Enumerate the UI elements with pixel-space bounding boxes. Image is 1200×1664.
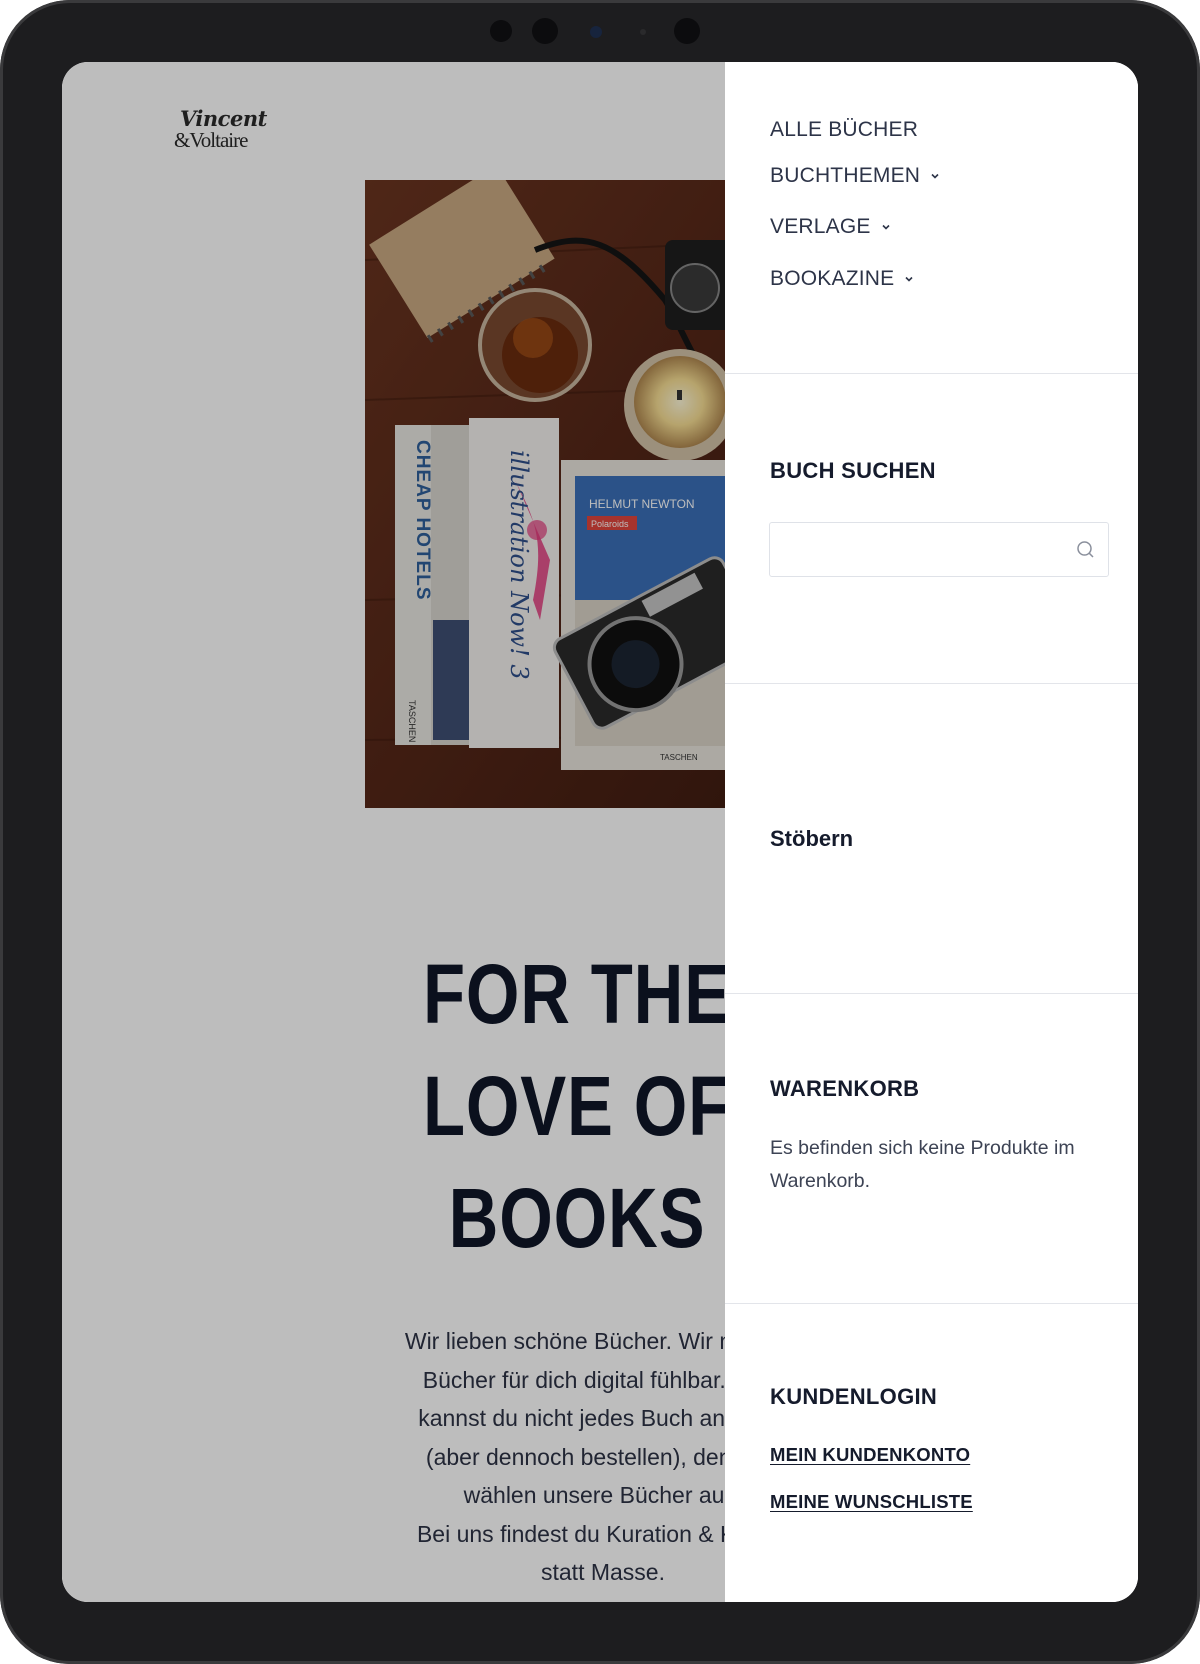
tablet-frame: Vincent &Voltaire CHEAP HOTELS TASCHEN i… (0, 0, 1200, 1664)
sensor-dot (674, 18, 700, 44)
chevron-down-icon (905, 276, 913, 282)
cart-title: WARENKORB (770, 1076, 920, 1101)
nav-item-label: BOOKAZINE (770, 267, 895, 290)
search-icon[interactable] (1074, 538, 1098, 562)
nav-item-verlage[interactable]: VERLAGE (770, 215, 891, 239)
screen: Vincent &Voltaire CHEAP HOTELS TASCHEN i… (62, 62, 1138, 1602)
nav-item-label: ALLE BÜCHER (770, 118, 919, 141)
nav-item-bookazine[interactable]: BOOKAZINE (770, 267, 914, 291)
search-input[interactable] (770, 523, 1070, 576)
sensor-dot (590, 26, 602, 38)
nav-item-buchthemen[interactable]: BUCHTHEMEN (770, 164, 940, 188)
my-account-link[interactable]: MEIN KUNDENKONTO (770, 1444, 970, 1466)
my-wishlist-link[interactable]: MEINE WUNSCHLISTE (770, 1491, 973, 1513)
front-camera-icon (532, 18, 558, 44)
browse-section: Stöbern (725, 684, 1138, 994)
sensor-dot (640, 29, 646, 35)
cart-empty-text: Es befinden sich keine Produkte im Waren… (770, 1137, 1075, 1192)
chevron-down-icon (882, 224, 890, 230)
offcanvas-menu: ALLE BÜCHER BUCHTHEMEN VERLAGE BOOKAZINE… (725, 62, 1138, 1602)
search-box (769, 522, 1109, 577)
nav-item-alle-buecher[interactable]: ALLE BÜCHER (770, 118, 918, 142)
search-section: BUCH SUCHEN (725, 374, 1138, 684)
login-title: KUNDENLOGIN (770, 1384, 938, 1409)
main-navigation: ALLE BÜCHER BUCHTHEMEN VERLAGE BOOKAZINE (725, 62, 1138, 374)
search-title: BUCH SUCHEN (770, 458, 936, 483)
sensor-dot (490, 20, 512, 42)
nav-item-label: VERLAGE (770, 215, 871, 238)
cart-section: WARENKORB Es befinden sich keine Produkt… (725, 994, 1138, 1304)
camera-sensor-bar (490, 16, 710, 44)
chevron-down-icon (931, 173, 939, 179)
login-section: KUNDENLOGIN MEIN KUNDENKONTO MEINE WUNSC… (725, 1304, 1138, 1602)
nav-item-label: BUCHTHEMEN (770, 164, 921, 187)
offcanvas-backdrop[interactable] (62, 62, 725, 1602)
browse-title: Stöbern (770, 826, 854, 851)
